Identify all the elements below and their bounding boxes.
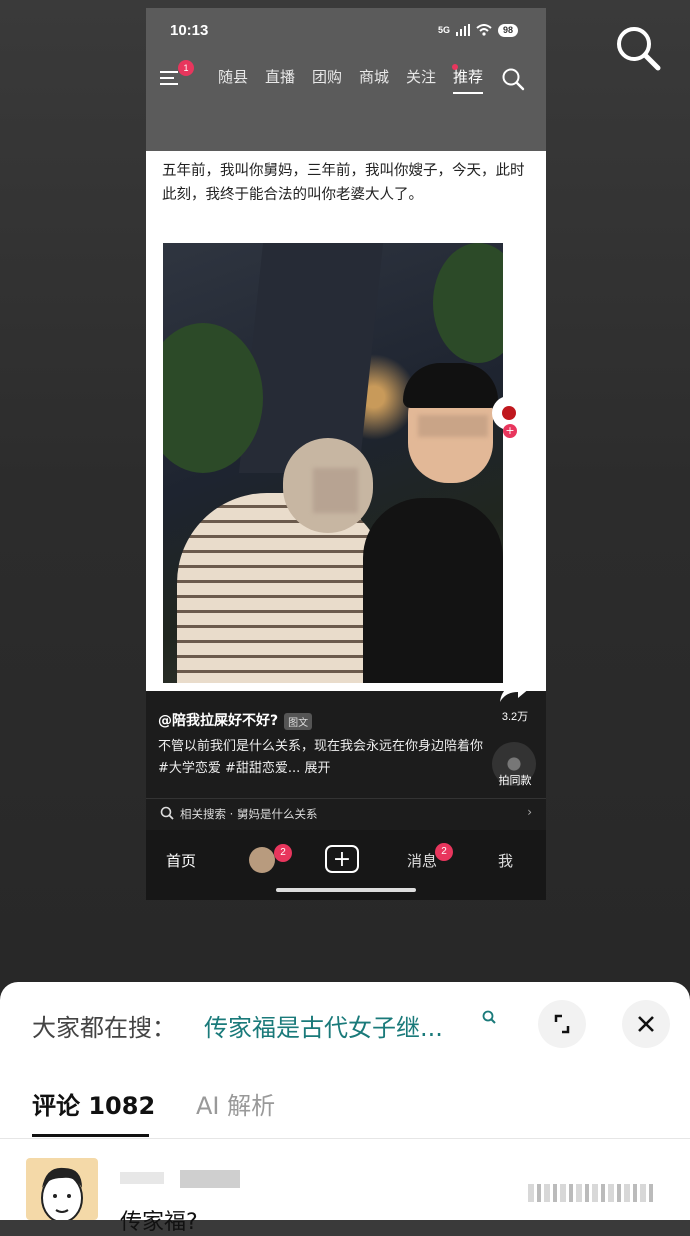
friends-avatar[interactable] — [249, 847, 275, 873]
apple-icon — [502, 406, 516, 420]
post-card[interactable]: 五年前，我叫你舅妈，三年前，我叫你嫂子，今天，此时此刻，我终于能合法的叫你老婆大… — [146, 151, 546, 691]
chevron-right-icon: › — [527, 805, 532, 819]
create-button[interactable]: + — [325, 845, 359, 873]
signal-label: 5G — [437, 25, 450, 35]
blurred-eyes — [418, 415, 488, 437]
divider — [0, 1138, 690, 1139]
top-nav: 1 随县 直播 团购 商城 关注 推荐 — [160, 60, 532, 94]
tab-home[interactable]: 首页 — [166, 850, 196, 871]
post-type-tag: 图文 — [284, 712, 313, 730]
tab-live[interactable]: 直播 — [265, 66, 312, 87]
tab-mall[interactable]: 商城 — [359, 66, 406, 87]
status-icons: 5G 98 — [438, 22, 518, 38]
author-name[interactable]: @陪我拉屎好不好? — [158, 713, 278, 729]
bottom-tabbar: 首页 2 + 消息 2 我 — [146, 830, 546, 900]
top-bar: 10:13 5G 98 1 随县 直播 团购 商城 关注 推荐 — [146, 8, 546, 151]
search-icon — [160, 806, 174, 820]
search-icon[interactable] — [482, 1010, 496, 1024]
tab-following[interactable]: 关注 — [406, 66, 453, 87]
blurred-face — [313, 468, 358, 513]
related-search-text: 相关搜索 · 舅妈是什么关系 — [180, 807, 318, 821]
trending-search-link[interactable]: 传家福是古代女子继... — [204, 1008, 443, 1043]
post-text: 五年前，我叫你舅妈，三年前，我叫你嫂子，今天，此时此刻，我终于能合法的叫你老婆大… — [162, 163, 525, 203]
share-count: 3.2万 — [501, 711, 529, 723]
post-caption[interactable]: 不管以前我们是什么关系，现在我会永远在你身边陪着你#大学恋爱 #甜甜恋爱... … — [158, 736, 488, 780]
author-line: @陪我拉屎好不好? 图文 — [158, 710, 313, 730]
home-indicator — [276, 888, 416, 892]
tab-group-buy[interactable]: 团购 — [312, 66, 359, 87]
side-actions: + — [492, 396, 526, 438]
close-button[interactable] — [622, 1000, 670, 1048]
tab-me[interactable]: 我 — [498, 850, 513, 871]
expand-icon — [554, 1014, 570, 1034]
blurred-block — [180, 1170, 240, 1188]
tab-comments[interactable]: 评论 1082 — [32, 1086, 155, 1137]
phone-screenshot: 10:13 5G 98 1 随县 直播 团购 商城 关注 推荐 五年前，我叫你舅… — [146, 8, 546, 900]
boy-figure — [363, 498, 503, 683]
follow-plus-icon[interactable]: + — [503, 424, 517, 438]
tab-ai-analysis[interactable]: AI 解析 — [196, 1086, 275, 1121]
friends-badge: 2 — [274, 844, 292, 862]
cartoon-face-icon — [41, 1167, 83, 1220]
messages-badge: 2 — [435, 843, 453, 861]
comment-text: 传家福? — [120, 1210, 198, 1235]
building-silhouette — [238, 243, 384, 473]
related-search-bar[interactable]: 相关搜索 · 舅妈是什么关系 › — [146, 798, 546, 829]
watermark — [528, 1182, 676, 1204]
signal-icon — [455, 24, 470, 36]
wifi-icon — [476, 24, 492, 36]
tab-suixian[interactable]: 随县 — [218, 66, 265, 87]
search-prefix: 大家都在搜： — [32, 1014, 176, 1042]
share-icon[interactable] — [498, 676, 532, 704]
status-time: 10:13 — [170, 22, 209, 39]
commenter-avatar[interactable] — [26, 1158, 98, 1220]
search-icon[interactable] — [500, 66, 526, 92]
same-style-label[interactable]: 拍同款 — [488, 772, 542, 788]
post-photo[interactable] — [163, 243, 503, 683]
tab-recommended[interactable]: 推荐 — [453, 66, 500, 94]
menu-badge: 1 — [178, 60, 194, 76]
blurred-block — [120, 1172, 164, 1184]
tab-messages[interactable]: 消息 — [407, 850, 437, 871]
battery-badge: 98 — [497, 23, 518, 37]
search-icon[interactable] — [612, 22, 664, 74]
expand-button[interactable] — [538, 1000, 586, 1048]
tree-right — [433, 243, 503, 363]
following-dot — [452, 64, 458, 70]
commenter-name-blurred — [120, 1170, 240, 1188]
nav-tabs: 随县 直播 团购 商城 关注 推荐 — [218, 66, 500, 94]
close-icon — [638, 1016, 654, 1032]
menu-icon[interactable] — [160, 70, 180, 86]
boy-hair — [403, 363, 498, 408]
